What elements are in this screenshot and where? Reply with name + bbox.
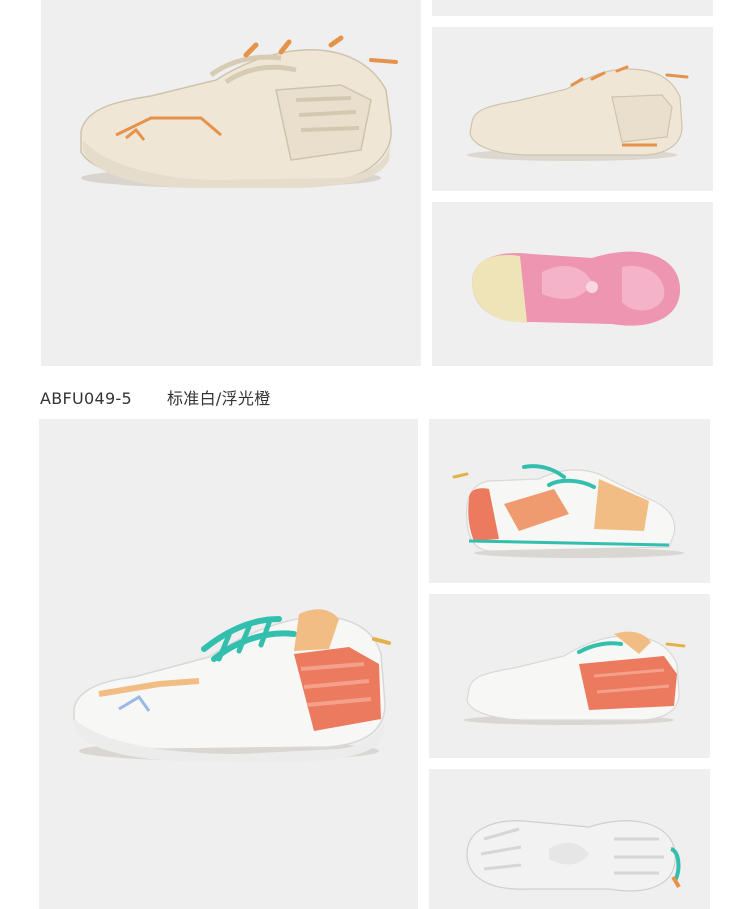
shoe-illustration-white-orange-outsole [466, 820, 681, 892]
product-image-white-orange-medial[interactable] [429, 594, 710, 758]
shoe-illustration-cream-outsole [472, 251, 681, 326]
variant-caption: ABFU049-5 标准白/浮光橙 [40, 385, 271, 409]
shoe-illustration-white-orange-medial [464, 631, 686, 725]
shoe-illustration-cream-medial [467, 65, 689, 161]
product-image-white-orange-outsole[interactable] [429, 769, 710, 909]
product-image-cream-medial[interactable] [432, 27, 713, 191]
product-image-cream-side[interactable] [41, 0, 421, 366]
variant-code: ABFU049-5 [40, 389, 133, 408]
product-image-white-orange-lateral[interactable] [429, 419, 710, 583]
shoe-illustration-white-orange-lateral [452, 464, 684, 558]
shoe-illustration-cream-side [80, 35, 398, 188]
shoe-illustration-white-orange-side [73, 609, 391, 762]
product-image-white-orange-side[interactable] [39, 419, 418, 909]
variant-color-name: 标准白/浮光橙 [167, 389, 271, 408]
prev-panel-edge [432, 0, 713, 16]
product-image-cream-outsole[interactable] [432, 202, 713, 366]
